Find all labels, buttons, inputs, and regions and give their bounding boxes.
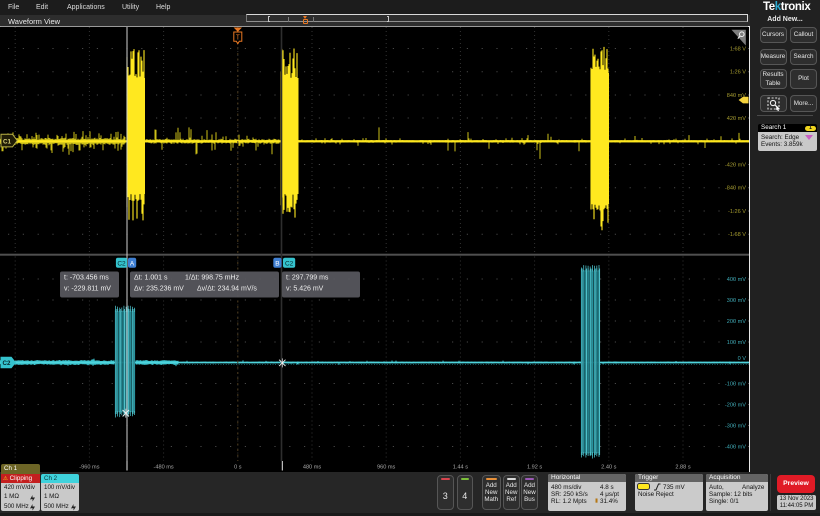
svg-text:-1.26 V: -1.26 V xyxy=(728,209,746,215)
svg-text:2.88 s: 2.88 s xyxy=(675,465,690,471)
svg-text:1/Δt: 998.75 mHz: 1/Δt: 998.75 mHz xyxy=(185,275,240,282)
svg-text:-300 mV: -300 mV xyxy=(725,424,746,430)
svg-text:2.40 s: 2.40 s xyxy=(601,465,616,471)
svg-text:400 mV: 400 mV xyxy=(727,277,747,283)
svg-text:Δv: 235.236 mV: Δv: 235.236 mV xyxy=(134,286,184,293)
svg-text:B: B xyxy=(275,261,279,268)
svg-text:C1: C1 xyxy=(3,139,11,146)
svg-text:v: 5.426 mV: v: 5.426 mV xyxy=(286,286,324,293)
svg-text:v: -229.811 mV: v: -229.811 mV xyxy=(64,286,111,293)
svg-text:Δt: 1.001 s: Δt: 1.001 s xyxy=(134,275,168,282)
svg-text:-420 mV: -420 mV xyxy=(725,163,746,169)
svg-text:-1.68 V: -1.68 V xyxy=(728,232,746,238)
svg-text:-960 ms: -960 ms xyxy=(79,465,99,471)
svg-text:1.44 s: 1.44 s xyxy=(453,465,468,471)
svg-text:-200 mV: -200 mV xyxy=(725,403,746,409)
svg-text:-400 mV: -400 mV xyxy=(725,445,746,451)
svg-text:C2: C2 xyxy=(3,360,11,367)
svg-text:840 mV: 840 mV xyxy=(727,93,747,99)
svg-text:960 ms: 960 ms xyxy=(377,465,396,471)
svg-text:-100 mV: -100 mV xyxy=(725,382,746,388)
svg-text:420 mV: 420 mV xyxy=(727,116,747,122)
svg-text:t: 297.799 ms: t: 297.799 ms xyxy=(286,275,329,282)
svg-text:-840 mV: -840 mV xyxy=(725,186,746,192)
svg-text:480 ms: 480 ms xyxy=(303,465,322,471)
svg-text:-480 ms: -480 ms xyxy=(153,465,173,471)
svg-text:1.92 s: 1.92 s xyxy=(527,465,542,471)
svg-text:100 mV: 100 mV xyxy=(727,340,747,346)
svg-text:1.26 V: 1.26 V xyxy=(730,70,746,76)
svg-text:T: T xyxy=(236,34,240,41)
svg-text:300 mV: 300 mV xyxy=(727,298,747,304)
svg-text:Δv/Δt: 234.94 mV/s: Δv/Δt: 234.94 mV/s xyxy=(197,286,257,293)
svg-text:A: A xyxy=(130,261,135,268)
svg-text:200 mV: 200 mV xyxy=(727,319,747,325)
svg-text:0 V: 0 V xyxy=(738,356,747,362)
svg-text:C2: C2 xyxy=(285,261,294,268)
svg-text:1.68 V: 1.68 V xyxy=(730,47,746,53)
svg-text:t: -703.456 ms: t: -703.456 ms xyxy=(64,275,109,282)
svg-text:0 s: 0 s xyxy=(234,465,242,471)
svg-text:C2: C2 xyxy=(117,261,126,268)
